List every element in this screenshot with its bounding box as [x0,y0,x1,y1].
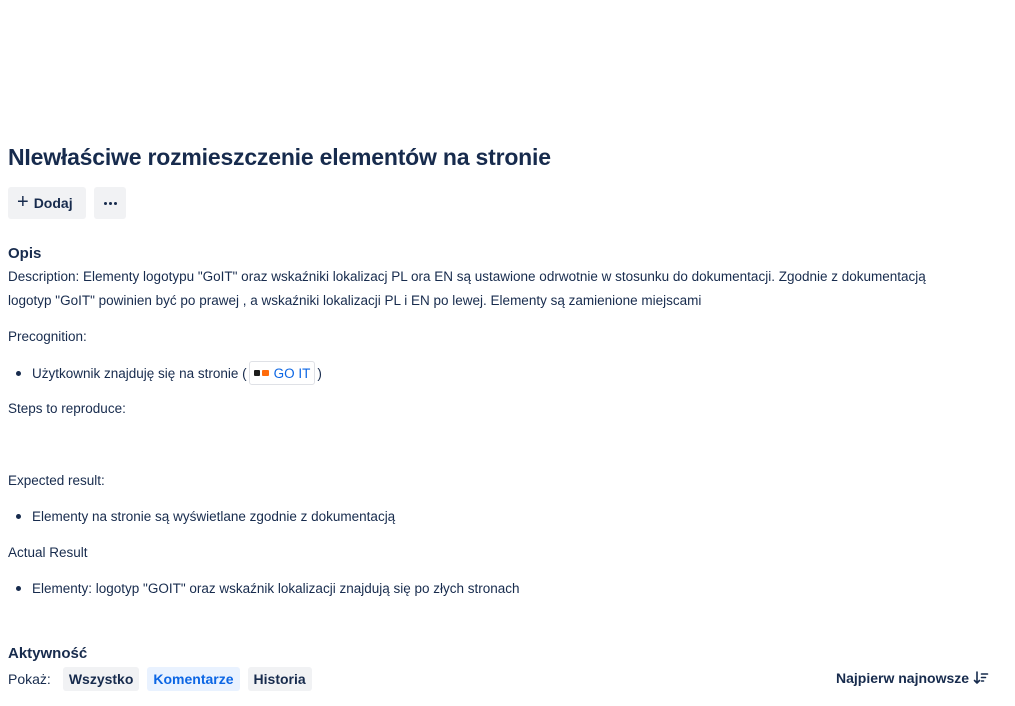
more-horizontal-icon [103,201,117,205]
bullet-dot [16,586,21,591]
filter-all-button[interactable]: Wszystko [62,667,140,691]
more-actions-button[interactable] [94,187,126,219]
activity-heading: Aktywność [8,645,88,662]
plus-icon: + [17,191,29,213]
precondition-label: Precognition: [8,329,87,344]
bullet-dot [16,370,21,376]
actual-text: Elementy: logotyp "GOIT" oraz wskaźnik l… [32,581,520,596]
bullet-dot [16,514,21,519]
actual-label: Actual Result [8,545,88,560]
activity-filter-bar: Pokaż: Wszystko Komentarze Historia [8,667,312,691]
add-button-label: Dodaj [33,195,73,211]
issue-toolbar: + Dodaj [8,187,126,219]
goit-favicon-icon [253,368,270,378]
steps-label: Steps to reproduce: [8,401,126,416]
filter-comments-button[interactable]: Komentarze [147,667,240,691]
sort-order-button[interactable]: Najpierw najnowsze [836,670,989,686]
show-label: Pokaż: [8,671,51,687]
sort-descending-icon [973,671,989,684]
precondition-text: Użytkownik znajduję się na stronie ( [32,365,247,381]
filter-history-button[interactable]: Historia [247,667,312,691]
description-heading: Opis [8,245,42,262]
actual-list-item: Elementy: logotyp "GOIT" oraz wskaźnik l… [16,581,520,596]
sort-order-label: Najpierw najnowsze [836,670,970,686]
description-line-1: Description: Elementy logotypu "GoIT" or… [8,269,926,284]
issue-title[interactable]: NIewłaściwe rozmieszczenie elementów na … [8,144,551,171]
expected-list-item: Elementy na stronie są wyświetlane zgodn… [16,509,395,524]
expected-label: Expected result: [8,473,105,488]
precondition-text-end: ) [317,365,322,381]
goit-link-text[interactable]: GO IT [274,366,311,381]
goit-smart-link[interactable]: GO IT [248,361,316,385]
add-button[interactable]: + Dodaj [8,187,86,219]
precondition-list-item: Użytkownik znajduję się na stronie ( GO … [16,361,322,385]
description-line-2: logotyp "GoIT" powinien być po prawej , … [8,293,702,308]
expected-text: Elementy na stronie są wyświetlane zgodn… [32,509,396,524]
